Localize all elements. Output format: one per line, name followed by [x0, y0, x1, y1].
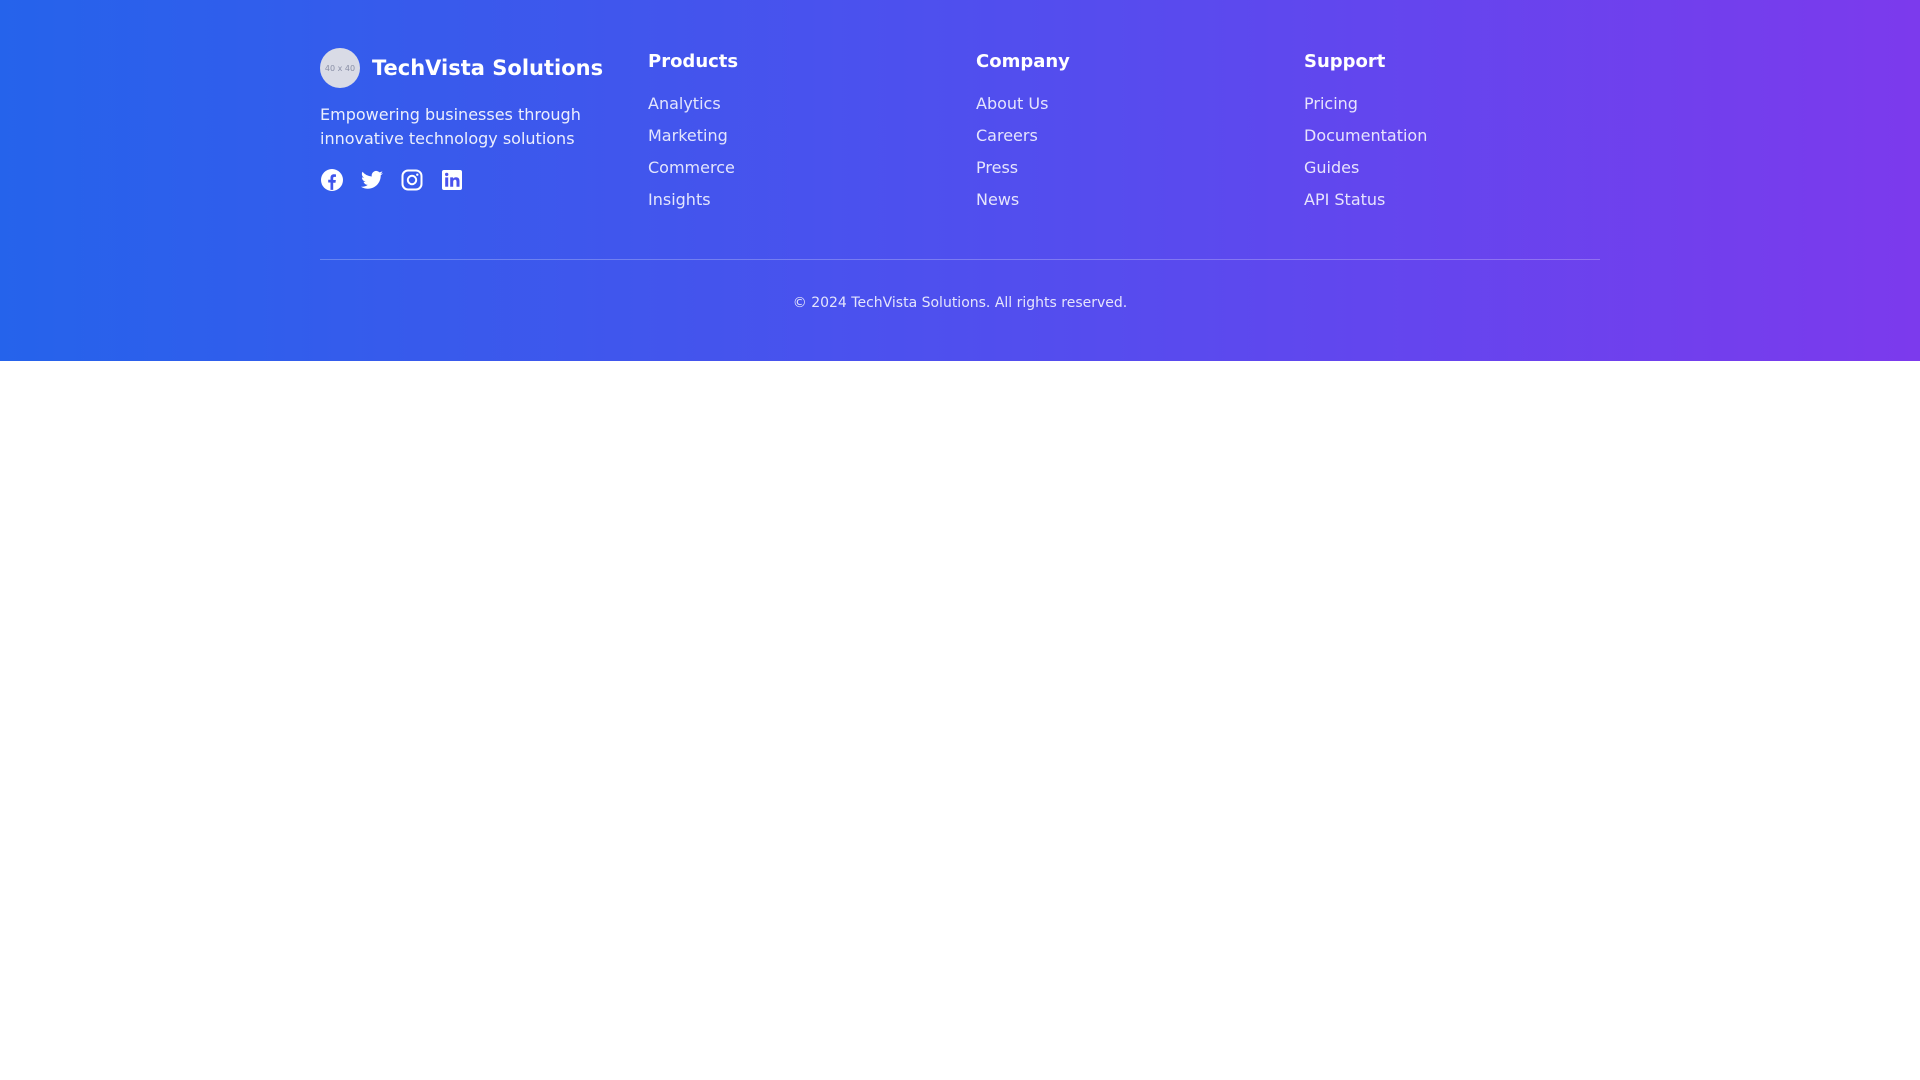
products-heading: Products: [648, 51, 739, 72]
site-footer: 40 x 40 TechVista Solutions Empowering b…: [0, 0, 1920, 361]
link-careers[interactable]: Careers: [976, 124, 1048, 156]
company-links: About Us Careers Press News: [976, 92, 1048, 220]
footer-divider: [320, 259, 1600, 260]
link-analytics[interactable]: Analytics: [648, 92, 735, 124]
products-links: Analytics Marketing Commerce Insights: [648, 92, 735, 220]
footer-inner: 40 x 40 TechVista Solutions Empowering b…: [320, 0, 1600, 361]
link-documentation[interactable]: Documentation: [1304, 124, 1427, 156]
brand-tagline: Empowering businesses through innovative…: [320, 105, 581, 148]
link-insights[interactable]: Insights: [648, 188, 735, 220]
link-guides[interactable]: Guides: [1304, 156, 1427, 188]
linkedin-icon[interactable]: [440, 168, 464, 192]
brand-row[interactable]: 40 x 40 TechVista Solutions: [320, 48, 603, 88]
copyright-text: © 2024 TechVista Solutions. All rights r…: [792, 295, 1128, 311]
instagram-icon[interactable]: [400, 168, 424, 192]
link-commerce[interactable]: Commerce: [648, 156, 735, 188]
support-heading: Support: [1304, 51, 1386, 72]
link-api-status[interactable]: API Status: [1304, 188, 1427, 220]
facebook-icon[interactable]: [320, 168, 344, 192]
link-marketing[interactable]: Marketing: [648, 124, 735, 156]
social-links: [320, 168, 480, 192]
support-links: Pricing Documentation Guides API Status: [1304, 92, 1427, 220]
twitter-icon[interactable]: [360, 168, 384, 192]
logo-placeholder[interactable]: 40 x 40: [320, 48, 360, 88]
company-heading: Company: [976, 51, 1070, 72]
link-press[interactable]: Press: [976, 156, 1048, 188]
link-about-us[interactable]: About Us: [976, 92, 1048, 124]
brand-name[interactable]: TechVista Solutions: [372, 56, 603, 80]
link-news[interactable]: News: [976, 188, 1048, 220]
link-pricing[interactable]: Pricing: [1304, 92, 1427, 124]
